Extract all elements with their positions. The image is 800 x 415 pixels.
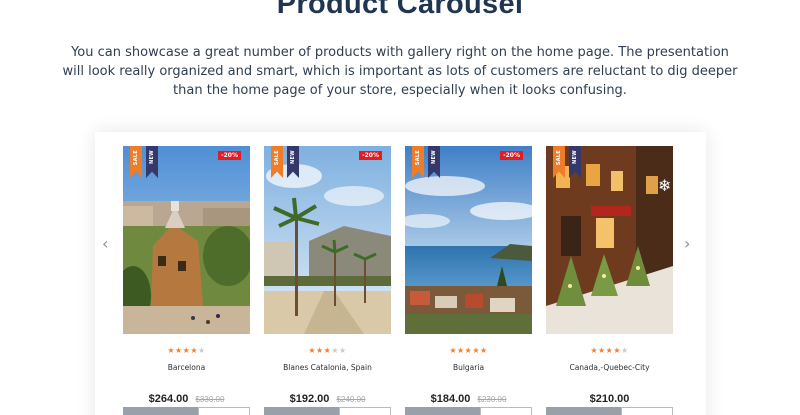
- product-name[interactable]: Bulgaria: [405, 363, 532, 373]
- product-prices: $210.00: [546, 390, 673, 406]
- product-image-bulgaria[interactable]: SALE NEW -20%: [405, 146, 532, 334]
- rating-stars: ★★★★★: [167, 346, 206, 355]
- section-title: Product Carousel: [276, 0, 524, 20]
- discount-badge: -20%: [359, 151, 382, 160]
- product-price: $184.00: [430, 393, 471, 405]
- secondary-action-button[interactable]: [339, 407, 391, 415]
- product-image-blanes[interactable]: SALE NEW -20%: [264, 146, 391, 334]
- product-old-price: $230.00: [477, 395, 507, 404]
- product-prices: $264.00 $330.00: [123, 390, 250, 407]
- add-to-cart-button[interactable]: [546, 407, 621, 415]
- product-image-quebec[interactable]: ❄ SALE NEW: [546, 146, 673, 334]
- product-prices: $192.00 $240.00: [264, 390, 391, 407]
- product-name[interactable]: Barcelona: [123, 363, 250, 373]
- product-card[interactable]: ❄ SALE NEW ★★★★★ Canada,-Quebec-City $21…: [546, 146, 673, 415]
- product-actions: [264, 407, 391, 415]
- svg-text:❄: ❄: [658, 176, 671, 195]
- product-name[interactable]: Blanes Catalonia, Spain: [264, 363, 391, 373]
- product-old-price: $330.00: [195, 395, 225, 404]
- rating-stars: ★★★★★: [590, 346, 629, 355]
- discount-badge: -20%: [218, 151, 241, 160]
- product-price: $192.00: [289, 393, 330, 405]
- rating-stars: ★★★★★: [449, 346, 488, 355]
- secondary-action-button[interactable]: [480, 407, 532, 415]
- add-to-cart-button[interactable]: [405, 407, 480, 415]
- product-old-price: $240.00: [336, 395, 366, 404]
- chevron-left-icon[interactable]: ‹: [102, 236, 108, 252]
- product-image-barcelona[interactable]: SALE NEW -20%: [123, 146, 250, 334]
- secondary-action-button[interactable]: [621, 407, 673, 415]
- section-description: You can showcase a great number of produ…: [62, 45, 738, 98]
- product-actions: [123, 407, 250, 415]
- product-card[interactable]: SALE NEW -20% ★★★★★ Blanes Catalonia, Sp…: [264, 146, 391, 415]
- product-actions: [405, 407, 532, 415]
- rating-stars: ★★★★★: [308, 346, 347, 355]
- discount-badge: -20%: [500, 151, 523, 160]
- chevron-right-icon[interactable]: ›: [684, 236, 690, 252]
- product-price: $210.00: [589, 393, 630, 405]
- product-prices: $184.00 $230.00: [405, 390, 532, 407]
- secondary-action-button[interactable]: [198, 407, 250, 415]
- product-card[interactable]: SALE NEW -20% ★★★★★ Barcelona $264.00 $3…: [123, 146, 250, 415]
- product-name[interactable]: Canada,-Quebec-City: [546, 363, 673, 373]
- product-price: $264.00: [148, 393, 189, 405]
- add-to-cart-button[interactable]: [264, 407, 339, 415]
- product-card[interactable]: SALE NEW -20% ★★★★★ Bulgaria $184.00 $23…: [405, 146, 532, 415]
- product-actions: [546, 407, 673, 415]
- add-to-cart-button[interactable]: [123, 407, 198, 415]
